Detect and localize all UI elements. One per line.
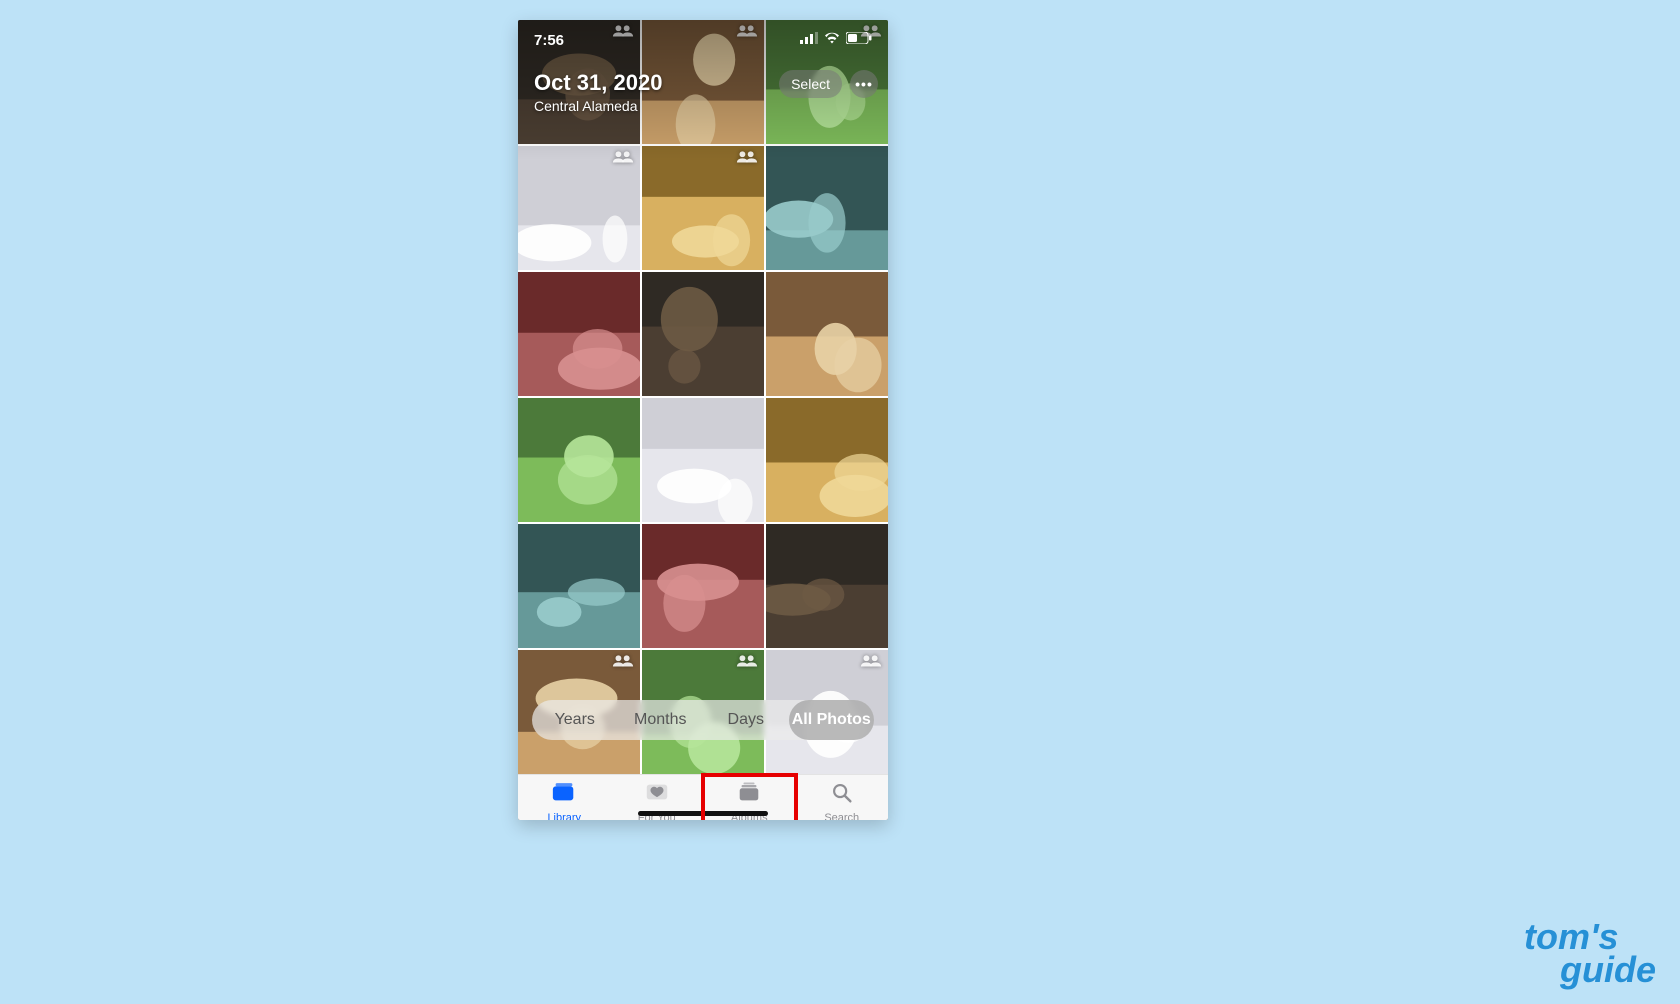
photo-thumbnail[interactable]	[518, 398, 640, 522]
watermark-line2: guide	[1524, 954, 1656, 986]
people-indicator-icon	[736, 654, 758, 668]
photo-thumbnail[interactable]	[766, 524, 888, 648]
segmented-option[interactable]: Days	[703, 700, 789, 740]
albums-icon	[736, 781, 762, 808]
status-time: 7:56	[534, 32, 564, 49]
photo-thumbnail[interactable]	[642, 272, 764, 396]
library-icon	[551, 781, 577, 808]
status-indicators	[800, 31, 872, 49]
library-location: Central Alameda	[534, 98, 662, 114]
library-header: Oct 31, 2020 Central Alameda	[534, 70, 662, 114]
photo-thumbnail[interactable]	[642, 146, 764, 270]
tab-library[interactable]: Library	[518, 775, 611, 820]
library-actions: Select •••	[779, 70, 878, 98]
people-indicator-icon	[860, 654, 882, 668]
people-indicator-icon	[612, 654, 634, 668]
segmented-option[interactable]: Years	[532, 700, 618, 740]
select-button-label: Select	[791, 76, 830, 92]
status-bar: 7:56	[518, 20, 888, 60]
tab-label: Search	[824, 812, 859, 820]
cellular-icon	[800, 31, 818, 49]
photo-thumbnail[interactable]	[766, 398, 888, 522]
library-date: Oct 31, 2020	[534, 70, 662, 96]
photo-thumbnail[interactable]	[766, 146, 888, 270]
people-indicator-icon	[612, 150, 634, 164]
home-indicator[interactable]	[638, 811, 768, 816]
photo-thumbnail[interactable]	[766, 272, 888, 396]
tab-label: Library	[547, 812, 581, 820]
photo-grid[interactable]	[518, 20, 888, 774]
select-button[interactable]: Select	[779, 70, 842, 98]
phone-frame: 7:56 Oct 31, 2020 Central Alameda Select	[518, 20, 888, 820]
battery-icon	[846, 31, 872, 49]
photo-thumbnail[interactable]	[642, 524, 764, 648]
segmented-option[interactable]: All Photos	[789, 700, 875, 740]
photo-thumbnail[interactable]	[518, 272, 640, 396]
more-button[interactable]: •••	[850, 70, 878, 98]
wifi-icon	[824, 31, 840, 49]
watermark-logo: tom's guide	[1524, 921, 1656, 986]
photo-thumbnail[interactable]	[518, 524, 640, 648]
people-indicator-icon	[736, 150, 758, 164]
photo-thumbnail[interactable]	[518, 146, 640, 270]
search-icon	[829, 781, 855, 808]
tab-search[interactable]: Search	[796, 775, 889, 820]
for-you-icon	[644, 781, 670, 808]
segmented-option[interactable]: Months	[618, 700, 704, 740]
photos-app-screen: 7:56 Oct 31, 2020 Central Alameda Select	[518, 20, 888, 820]
photo-thumbnail[interactable]	[642, 398, 764, 522]
library-scope-segmented[interactable]: YearsMonthsDaysAll Photos	[532, 700, 874, 740]
